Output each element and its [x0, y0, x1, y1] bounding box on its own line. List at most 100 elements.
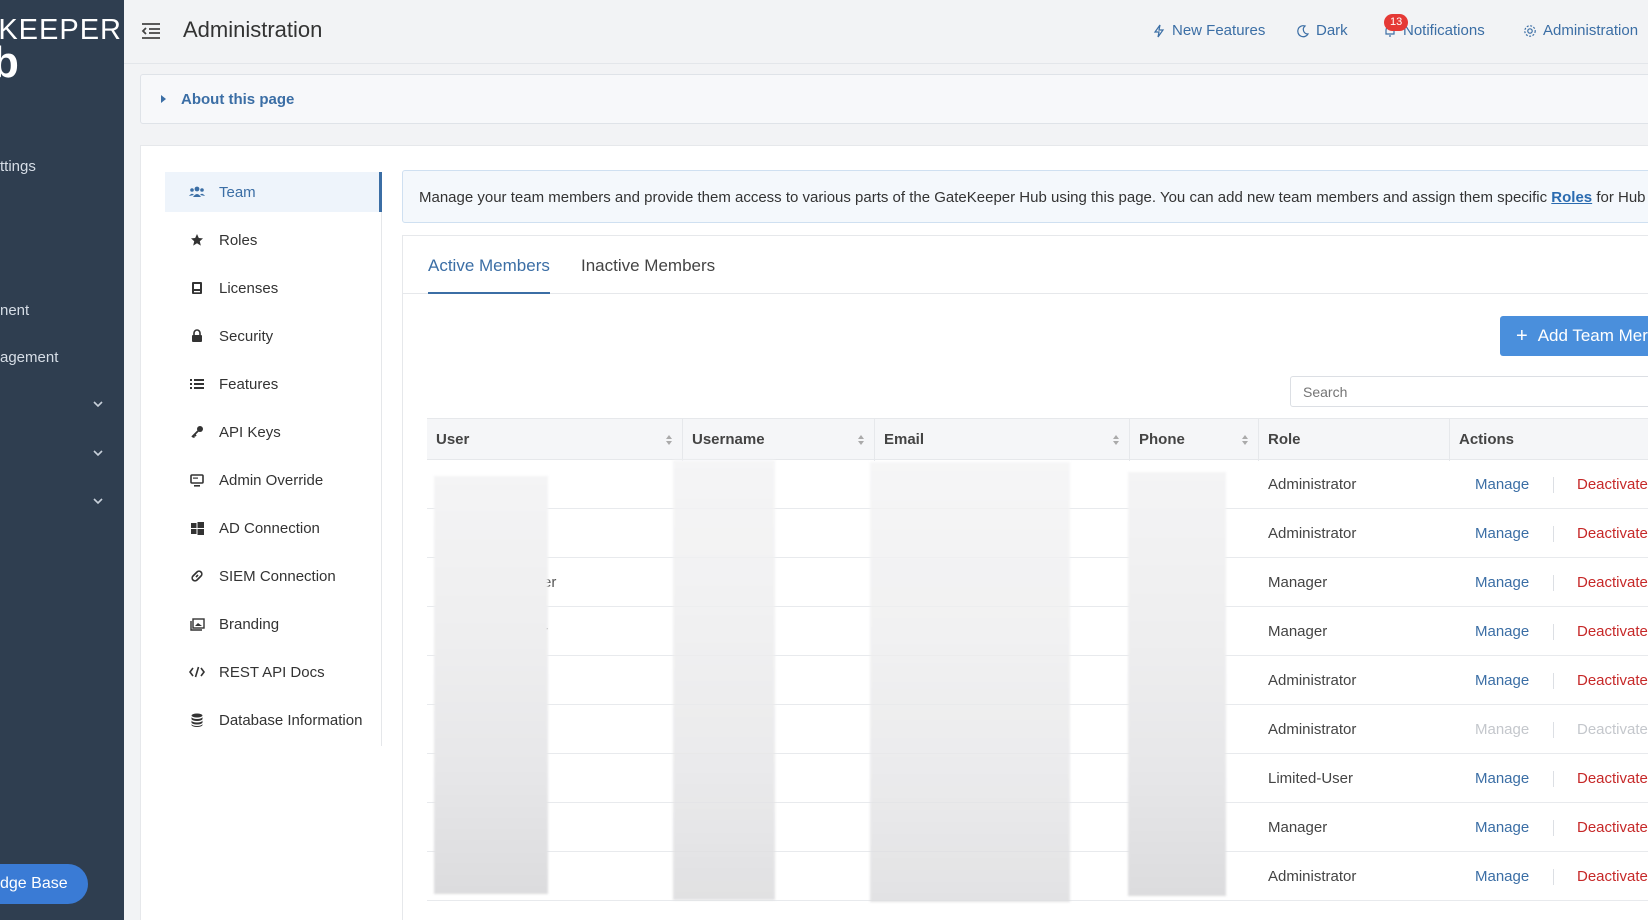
tab-active-members[interactable]: Active Members	[428, 256, 550, 276]
admin-nav-item-siem-connection[interactable]: SIEM Connection	[165, 556, 382, 596]
action-divider	[1553, 624, 1554, 640]
admin-nav-item-database-information[interactable]: Database Information	[165, 700, 382, 740]
manage-link[interactable]: Manage	[1475, 803, 1529, 852]
admin-nav-item-ad-connection[interactable]: AD Connection	[165, 508, 382, 548]
deactivate-link[interactable]: Deactivate	[1577, 656, 1648, 705]
manage-link[interactable]: Manage	[1475, 754, 1529, 803]
about-page-panel[interactable]: About this page	[140, 74, 1648, 124]
admin-nav-item-branding[interactable]: Branding	[165, 604, 382, 644]
manage-link[interactable]: Manage	[1475, 852, 1529, 901]
role-cell: Manager	[1268, 574, 1328, 591]
manage-link[interactable]: Manage	[1475, 656, 1529, 705]
page-title: Administration	[183, 17, 323, 42]
manage-link[interactable]: Manage	[1475, 558, 1529, 607]
manage-link[interactable]: Manage	[1475, 607, 1529, 656]
moon-icon	[1296, 24, 1310, 38]
action-divider	[1553, 771, 1554, 787]
column-header-label: Role	[1268, 431, 1301, 448]
admin-nav-label: Roles	[219, 231, 258, 249]
manage-link[interactable]: Manage	[1475, 460, 1529, 509]
admin-nav-item-api-keys[interactable]: API Keys	[165, 412, 382, 452]
key-icon	[189, 424, 205, 440]
about-page-toggle[interactable]: About this page	[181, 91, 294, 108]
column-header-email[interactable]: Email	[875, 419, 1130, 461]
action-divider	[1553, 869, 1554, 885]
caret-right-icon	[161, 95, 166, 103]
deactivate-link[interactable]: Deactivate	[1577, 607, 1648, 656]
roles-link[interactable]: Roles	[1551, 189, 1592, 206]
new-features-label: New Features	[1172, 22, 1266, 39]
sort-icon[interactable]	[1112, 433, 1120, 447]
admin-nav-label: Licenses	[219, 279, 279, 297]
chevron-down-icon[interactable]	[92, 447, 104, 459]
chevron-down-icon[interactable]	[92, 495, 104, 507]
star-icon	[189, 232, 205, 248]
admin-nav-label: Admin Override	[219, 471, 324, 489]
admin-nav-item-features[interactable]: Features	[165, 364, 382, 404]
search-input[interactable]	[1290, 376, 1648, 407]
knowledge-base-button[interactable]: dge Base	[0, 864, 88, 904]
admin-nav-item-team[interactable]: Team	[165, 172, 382, 212]
deactivate-link[interactable]: Deactivate	[1577, 852, 1648, 901]
add-team-member-button[interactable]: + Add Team Mer	[1500, 316, 1648, 356]
administration-link[interactable]: Administration	[1523, 22, 1638, 39]
column-header-username[interactable]: Username	[683, 419, 875, 461]
column-header-phone[interactable]: Phone	[1130, 419, 1259, 461]
users-icon	[189, 184, 205, 200]
column-header-user[interactable]: User	[427, 419, 683, 461]
database-icon	[189, 712, 205, 728]
column-header-label: Email	[884, 431, 925, 448]
action-divider	[1553, 673, 1554, 689]
admin-nav-label: Database Information	[219, 711, 363, 729]
sidebar-item-management[interactable]: nent	[0, 302, 29, 319]
dark-mode-toggle[interactable]: Dark	[1296, 22, 1348, 39]
plus-icon: +	[1516, 324, 1528, 347]
action-divider	[1553, 820, 1554, 836]
manage-link[interactable]: Manage	[1475, 509, 1529, 558]
admin-nav-item-security[interactable]: Security	[165, 316, 382, 356]
deactivate-link[interactable]: Deactivate	[1577, 509, 1648, 558]
admin-nav-item-licenses[interactable]: Licenses	[165, 268, 382, 308]
column-header-label: User	[436, 431, 470, 448]
tab-inactive-members[interactable]: Inactive Members	[581, 256, 715, 276]
admin-nav-label: Security	[219, 327, 274, 345]
sort-icon[interactable]	[857, 433, 865, 447]
dark-mode-label: Dark	[1316, 22, 1348, 39]
admin-nav-item-rest-api-docs[interactable]: REST API Docs	[165, 652, 382, 692]
admin-nav-label: Branding	[219, 615, 280, 633]
admin-nav-item-roles[interactable]: Roles	[165, 220, 382, 260]
sort-icon[interactable]	[1241, 433, 1249, 447]
notifications-label: Notifications	[1403, 22, 1485, 39]
column-header-actions: Actions	[1450, 419, 1648, 461]
info-banner: Manage your team members and provide the…	[402, 170, 1648, 223]
redacted-email-column	[870, 462, 1070, 902]
image-icon	[189, 616, 205, 632]
app-sidebar: EKEEPER b ttings nent agement dge Base	[0, 0, 124, 920]
action-divider	[1553, 526, 1554, 542]
administration-label: Administration	[1543, 22, 1639, 39]
license-icon	[189, 280, 205, 296]
menu-collapse-icon[interactable]	[140, 20, 162, 42]
redacted-username-column	[673, 460, 775, 900]
deactivate-link[interactable]: Deactivate	[1577, 460, 1648, 509]
sidebar-item-settings[interactable]: ttings	[0, 158, 36, 175]
action-divider	[1553, 477, 1554, 493]
deactivate-link[interactable]: Deactivate	[1577, 558, 1648, 607]
monitor-icon	[189, 472, 205, 488]
notification-count-badge: 13	[1384, 14, 1409, 31]
info-banner-text-end: for Hub ac	[1596, 189, 1648, 206]
role-cell: Administrator	[1268, 476, 1357, 493]
new-features-link[interactable]: New Features	[1152, 22, 1265, 39]
gear-icon	[1523, 24, 1537, 38]
deactivate-link[interactable]: Deactivate	[1577, 754, 1648, 803]
brand-logo-subtext: b	[0, 38, 19, 87]
admin-nav-label: Features	[219, 375, 279, 393]
sort-icon[interactable]	[665, 433, 673, 447]
admin-nav-label: SIEM Connection	[219, 567, 336, 585]
link-icon	[189, 568, 205, 584]
sidebar-item-agement[interactable]: agement	[0, 349, 58, 366]
role-cell: Administrator	[1268, 721, 1357, 738]
chevron-down-icon[interactable]	[92, 398, 104, 410]
deactivate-link[interactable]: Deactivate	[1577, 803, 1648, 852]
admin-nav-item-admin-override[interactable]: Admin Override	[165, 460, 382, 500]
